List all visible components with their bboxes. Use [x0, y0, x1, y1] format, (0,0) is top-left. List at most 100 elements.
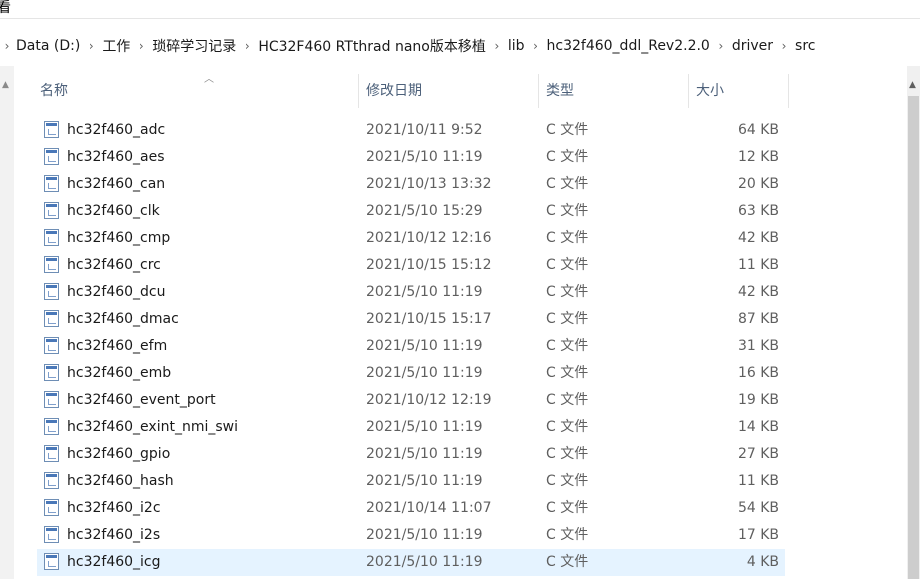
chevron-right-icon[interactable]: ›	[712, 39, 730, 53]
file-name: hc32f460_emb	[67, 365, 172, 381]
file-type: C 文件	[546, 554, 589, 570]
file-type: C 文件	[546, 257, 589, 273]
file-size: 63 KB	[737, 203, 779, 219]
file-name: hc32f460_i2s	[67, 527, 161, 543]
ribbon-strip: 看	[0, 0, 920, 19]
scroll-thumb[interactable]	[908, 96, 919, 579]
file-type: C 文件	[546, 500, 589, 516]
file-size: 31 KB	[737, 338, 779, 354]
column-divider[interactable]	[688, 74, 689, 108]
file-size: 11 KB	[737, 257, 779, 273]
file-name: hc32f460_efm	[67, 338, 168, 354]
file-row[interactable]: hc32f460_adc 2021/10/11 9:52 C 文件 64 KB	[37, 117, 785, 144]
breadcrumb-item[interactable]: Data (D:)	[14, 38, 82, 54]
file-name: hc32f460_dcu	[67, 284, 166, 300]
file-name: hc32f460_event_port	[67, 392, 216, 408]
chevron-right-icon[interactable]: ›	[527, 39, 545, 53]
file-date: 2021/10/12 12:16	[366, 230, 492, 246]
scroll-up-icon[interactable]: ▲	[909, 80, 916, 90]
file-type: C 文件	[546, 392, 589, 408]
chevron-right-icon[interactable]: ›	[775, 39, 793, 53]
file-type: C 文件	[546, 338, 589, 354]
file-row[interactable]: hc32f460_dmac 2021/10/15 15:17 C 文件 87 KB	[37, 306, 785, 333]
file-date: 2021/10/13 13:32	[366, 176, 492, 192]
file-type: C 文件	[546, 527, 589, 543]
file-row[interactable]: hc32f460_gpio 2021/5/10 11:19 C 文件 27 KB	[37, 441, 785, 468]
file-date: 2021/5/10 11:19	[366, 446, 483, 462]
c-source-file-icon	[44, 202, 59, 219]
breadcrumb-item[interactable]: 琐碎学习记录	[150, 36, 238, 56]
column-header-name[interactable]: 名称	[34, 66, 358, 106]
file-row[interactable]: hc32f460_dcu 2021/5/10 11:19 C 文件 42 KB	[37, 279, 785, 306]
column-header-date[interactable]: 修改日期	[360, 66, 538, 106]
chevron-right-icon[interactable]: ›	[82, 39, 100, 53]
file-row[interactable]: hc32f460_aes 2021/5/10 11:19 C 文件 12 KB	[37, 144, 785, 171]
c-source-file-icon	[44, 283, 59, 300]
c-source-file-icon	[44, 391, 59, 408]
file-size: 4 KB	[746, 554, 779, 570]
file-row[interactable]: hc32f460_i2c 2021/10/14 11:07 C 文件 54 KB	[37, 495, 785, 522]
chevron-right-icon[interactable]: ›	[238, 39, 256, 53]
file-name: hc32f460_cmp	[67, 230, 171, 246]
file-size: 16 KB	[737, 365, 779, 381]
file-type: C 文件	[546, 230, 589, 246]
breadcrumb-item[interactable]: hc32f460_ddl_Rev2.2.0	[545, 38, 712, 54]
scroll-up-icon[interactable]: ▲	[2, 80, 9, 90]
chevron-right-icon[interactable]: ›	[0, 39, 14, 53]
file-date: 2021/5/10 11:19	[366, 338, 483, 354]
c-source-file-icon	[44, 418, 59, 435]
file-type: C 文件	[546, 149, 589, 165]
file-type: C 文件	[546, 176, 589, 192]
file-row[interactable]: hc32f460_icg 2021/5/10 11:19 C 文件 4 KB	[37, 549, 785, 576]
c-source-file-icon	[44, 526, 59, 543]
file-date: 2021/10/15 15:12	[366, 257, 492, 273]
file-type: C 文件	[546, 365, 589, 381]
file-size: 20 KB	[737, 176, 779, 192]
chevron-right-icon[interactable]: ›	[132, 39, 150, 53]
file-date: 2021/5/10 11:19	[366, 473, 483, 489]
c-source-file-icon	[44, 499, 59, 516]
address-bar[interactable]: › Data (D:) › 工作 › 琐碎学习记录 › HC32F460 RTthrad na…	[0, 24, 920, 67]
c-source-file-icon	[44, 445, 59, 462]
c-source-file-icon	[44, 148, 59, 165]
file-date: 2021/5/10 11:19	[366, 284, 483, 300]
column-divider[interactable]	[788, 74, 789, 108]
c-source-file-icon	[44, 553, 59, 570]
c-source-file-icon	[44, 337, 59, 354]
file-size: 42 KB	[737, 230, 779, 246]
file-row[interactable]: hc32f460_emb 2021/5/10 11:19 C 文件 16 KB	[37, 360, 785, 387]
file-name: hc32f460_aes	[67, 149, 165, 165]
breadcrumb-item[interactable]: src	[793, 38, 817, 54]
file-date: 2021/5/10 11:19	[366, 554, 483, 570]
column-divider[interactable]	[358, 74, 359, 108]
file-size: 54 KB	[737, 500, 779, 516]
breadcrumb-item[interactable]: lib	[506, 38, 527, 54]
file-row[interactable]: hc32f460_can 2021/10/13 13:32 C 文件 20 KB	[37, 171, 785, 198]
file-row[interactable]: hc32f460_efm 2021/5/10 11:19 C 文件 31 KB	[37, 333, 785, 360]
breadcrumb-item[interactable]: 工作	[100, 36, 132, 56]
file-type: C 文件	[546, 473, 589, 489]
c-source-file-icon	[44, 175, 59, 192]
column-header-size[interactable]: 大小	[690, 66, 788, 106]
c-source-file-icon	[44, 256, 59, 273]
breadcrumb-item[interactable]: HC32F460 RTthrad nano版本移植	[256, 36, 488, 56]
column-header-type[interactable]: 类型	[540, 66, 688, 106]
ribbon-view-tab[interactable]: 看	[0, 0, 11, 17]
file-row[interactable]: hc32f460_hash 2021/5/10 11:19 C 文件 11 KB	[37, 468, 785, 495]
column-divider[interactable]	[538, 74, 539, 108]
file-row[interactable]: hc32f460_i2s 2021/5/10 11:19 C 文件 17 KB	[37, 522, 785, 549]
file-row[interactable]: hc32f460_cmp 2021/10/12 12:16 C 文件 42 KB	[37, 225, 785, 252]
file-size: 27 KB	[737, 446, 779, 462]
breadcrumb-item[interactable]: driver	[730, 38, 775, 54]
file-date: 2021/5/10 11:19	[366, 149, 483, 165]
file-type: C 文件	[546, 446, 589, 462]
vertical-scrollbar[interactable]: ▲	[907, 66, 920, 579]
chevron-right-icon[interactable]: ›	[488, 39, 506, 53]
file-row[interactable]: hc32f460_crc 2021/10/15 15:12 C 文件 11 KB	[37, 252, 785, 279]
file-size: 14 KB	[737, 419, 779, 435]
file-row[interactable]: hc32f460_exint_nmi_swi 2021/5/10 11:19 C 文…	[37, 414, 785, 441]
file-row[interactable]: hc32f460_event_port 2021/10/12 12:19 C 文件 1…	[37, 387, 785, 414]
breadcrumb: › Data (D:) › 工作 › 琐碎学习记录 › HC32F460 RTthrad na…	[0, 36, 817, 56]
c-source-file-icon	[44, 310, 59, 327]
file-row[interactable]: hc32f460_clk 2021/5/10 15:29 C 文件 63 KB	[37, 198, 785, 225]
